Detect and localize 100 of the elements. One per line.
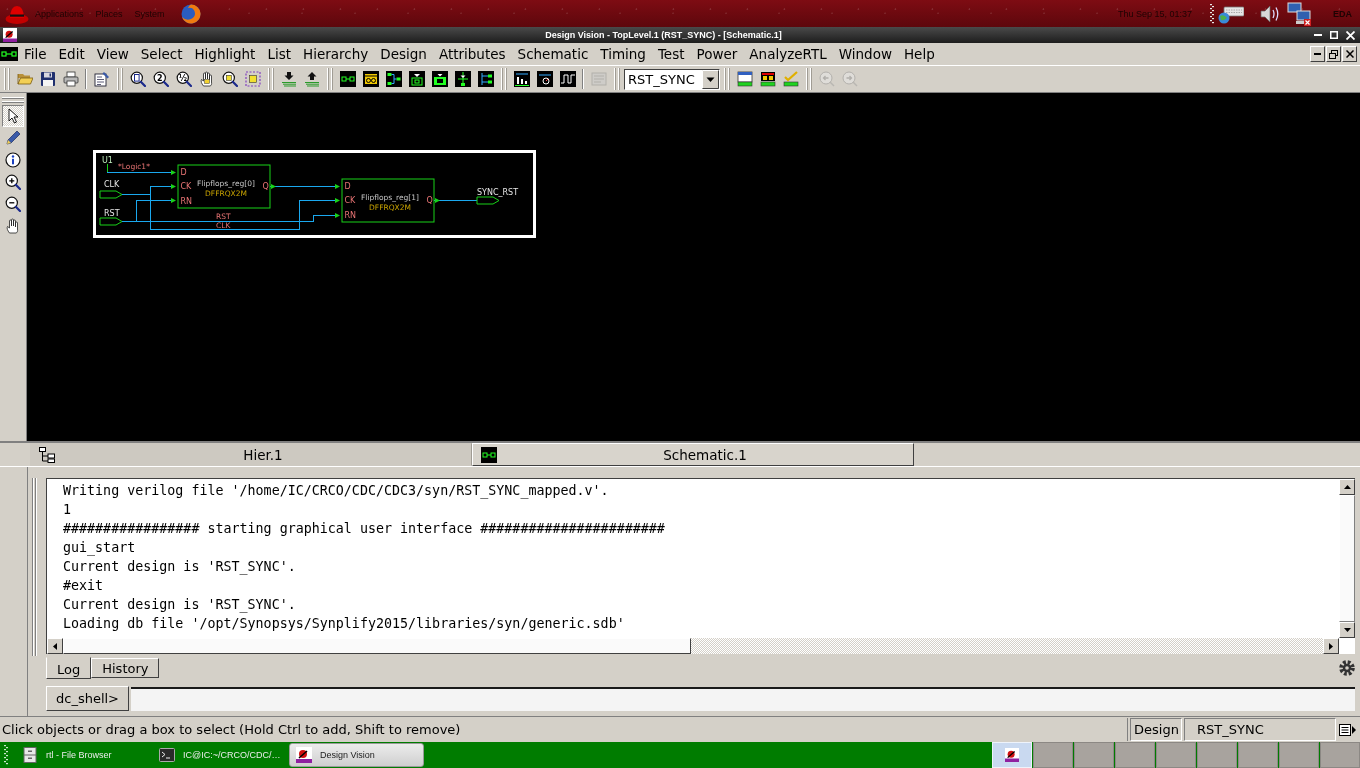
maximize-button[interactable] xyxy=(1327,28,1341,42)
log-line: gui_start xyxy=(63,539,137,557)
menu-item[interactable]: Attributes xyxy=(432,44,512,64)
log-line: Current design is 'RST_SYNC'. xyxy=(63,558,297,576)
port-symbol xyxy=(476,196,500,205)
pin-label: D xyxy=(180,168,187,177)
cell-symbol-icon xyxy=(362,71,379,87)
keyboard-icon[interactable] xyxy=(1218,3,1244,24)
block-arrow-down-icon xyxy=(431,71,448,87)
schematic-window-icon xyxy=(0,47,18,61)
design-label: Design xyxy=(1130,718,1182,741)
vertical-scrollbar[interactable] xyxy=(1339,479,1355,638)
menu-item[interactable]: Select xyxy=(134,44,189,64)
log-line: 1 xyxy=(63,501,73,519)
instance-label: U1 xyxy=(102,156,113,165)
child-restore-button[interactable] xyxy=(1326,46,1341,62)
design-field: RST_SYNC xyxy=(1184,718,1336,741)
menu-item[interactable]: Power xyxy=(690,44,744,64)
check-tick-icon xyxy=(782,71,799,87)
zoom-out-icon xyxy=(5,196,21,212)
window-layout-icon xyxy=(736,71,753,87)
magnifier-page-icon xyxy=(129,71,146,87)
menu-item[interactable]: Highlight xyxy=(188,44,262,64)
taskbar-window-button[interactable]: IC@IC:~/CRCO/CDC/… xyxy=(152,743,287,767)
connected-boxes-icon xyxy=(339,71,356,87)
arrow-up-stack-icon xyxy=(303,71,320,87)
child-minimize-button[interactable] xyxy=(1310,46,1325,62)
menu-item[interactable]: File xyxy=(18,44,53,64)
menu-item[interactable]: Design xyxy=(374,44,433,64)
port-label: SYNC_RST xyxy=(477,188,519,197)
menu-item[interactable]: View xyxy=(90,44,135,64)
design-dropdown[interactable]: RST_SYNC xyxy=(624,68,720,90)
scroll-left-button[interactable] xyxy=(47,638,63,654)
printer-icon xyxy=(62,71,79,87)
toolbar-grip[interactable] xyxy=(806,68,812,90)
menu-item[interactable]: AnalyzeRTL xyxy=(743,44,833,64)
console-tab[interactable]: History xyxy=(91,658,160,678)
console-tab[interactable]: Log xyxy=(46,657,92,679)
pin-label: CK xyxy=(344,196,356,205)
speaker-icon[interactable] xyxy=(1260,3,1280,24)
tree-icon xyxy=(39,446,55,463)
scroll-corner xyxy=(1339,638,1355,654)
scroll-right-button[interactable] xyxy=(1323,638,1339,654)
port-label: CLK xyxy=(104,180,120,189)
app-logo-icon xyxy=(1005,748,1019,762)
select-tool-button[interactable] xyxy=(2,105,24,127)
panel-grip-icon[interactable] xyxy=(1210,3,1214,24)
command-input[interactable] xyxy=(131,687,1355,711)
view-tab[interactable]: Schematic.1 xyxy=(472,443,914,466)
pin-label: Q xyxy=(426,196,433,205)
prompt-button[interactable]: dc_shell> xyxy=(46,686,129,711)
scroll-thumb[interactable] xyxy=(1339,495,1355,622)
close-button[interactable] xyxy=(1343,28,1357,42)
taskbar-window-button[interactable]: Design Vision xyxy=(289,743,424,767)
log-line: Current design is 'RST_SYNC'. xyxy=(63,596,297,614)
taskbar-window-button[interactable]: rtl - File Browser xyxy=(15,743,150,767)
info-tool-button[interactable] xyxy=(2,149,24,171)
form-pen-icon xyxy=(93,71,110,87)
list-sheet-icon xyxy=(590,71,607,87)
caret-down-icon xyxy=(1343,628,1351,632)
close-icon xyxy=(1345,30,1355,40)
toolstrip-grip[interactable] xyxy=(2,97,24,103)
horizontal-scrollbar[interactable] xyxy=(47,638,1339,654)
menu-item[interactable]: List xyxy=(261,44,297,64)
folder-open-icon xyxy=(16,71,33,87)
menu-item[interactable]: Help xyxy=(897,44,941,64)
wire xyxy=(107,164,176,175)
terminal-icon xyxy=(159,747,175,763)
gauge-icon xyxy=(536,71,553,87)
toolbar-grip[interactable] xyxy=(117,68,123,90)
menu-item[interactable]: Hierarchy xyxy=(297,44,375,64)
toolbar-grip[interactable] xyxy=(268,68,274,90)
menu-item[interactable]: Timing xyxy=(594,44,652,64)
menu-item[interactable]: Window xyxy=(832,44,898,64)
info-icon xyxy=(5,152,21,168)
settings-icon[interactable] xyxy=(1339,660,1355,676)
view-tab[interactable]: Hier.1 xyxy=(30,443,472,466)
menu-item[interactable]: Test xyxy=(651,44,691,64)
scroll-up-button[interactable] xyxy=(1339,479,1355,495)
network-icon[interactable] xyxy=(1287,1,1311,26)
pin-label: Q xyxy=(262,182,269,191)
minimize-icon xyxy=(1314,34,1322,36)
toolbar-grip[interactable] xyxy=(614,68,620,90)
close-icon xyxy=(1345,50,1354,58)
menu-item[interactable]: Schematic xyxy=(511,44,595,64)
scroll-thumb[interactable] xyxy=(63,638,691,654)
globe-icon xyxy=(180,3,201,24)
toolbar-grip[interactable] xyxy=(4,68,10,90)
port-symbol xyxy=(99,190,123,199)
square-wave-icon xyxy=(559,71,576,87)
toolbar-grip[interactable] xyxy=(501,68,507,90)
splitter-handle[interactable] xyxy=(32,478,37,656)
minimize-icon xyxy=(1314,53,1321,55)
toolbar-grip[interactable] xyxy=(724,68,730,90)
child-close-button[interactable] xyxy=(1342,46,1357,62)
menu-item[interactable]: Edit xyxy=(52,44,91,64)
taskbar-handle-icon[interactable] xyxy=(4,745,8,765)
app-logo-icon xyxy=(296,747,312,763)
scroll-down-button[interactable] xyxy=(1339,622,1355,638)
toolbar-grip[interactable] xyxy=(327,68,333,90)
